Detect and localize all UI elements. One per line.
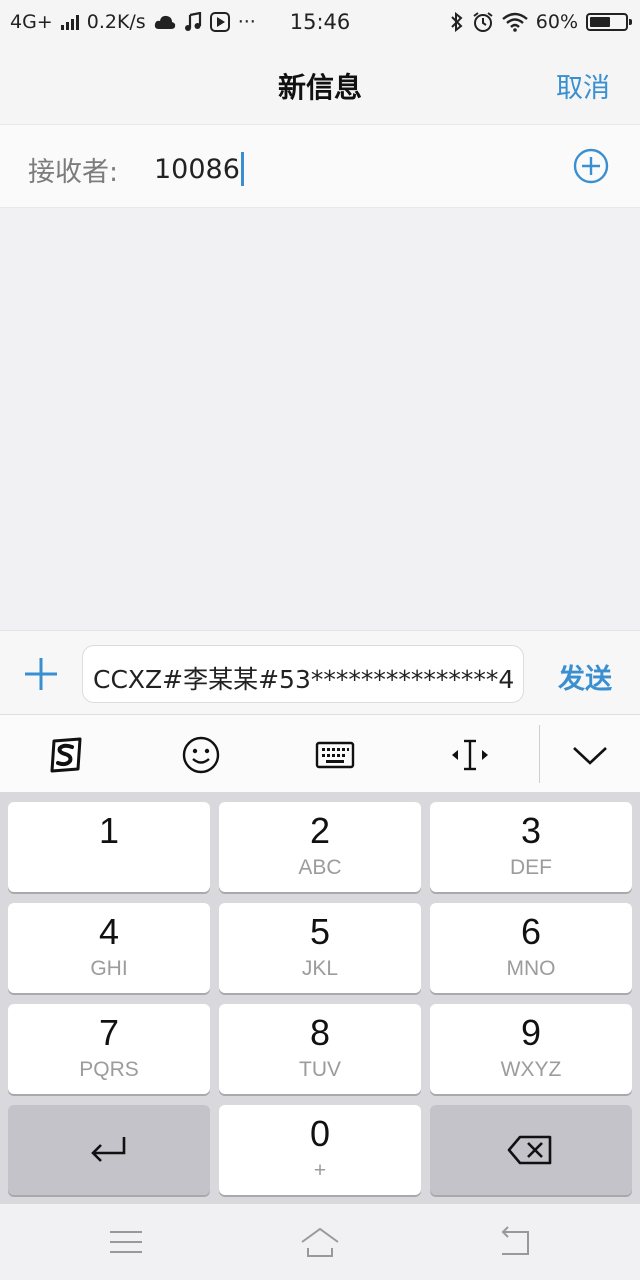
recipient-row[interactable]: 接收者: 10086	[0, 124, 640, 208]
enter-key[interactable]	[8, 1105, 210, 1195]
key-letters: PQRS	[79, 1058, 139, 1081]
recipient-label: 接收者:	[28, 157, 119, 188]
key-8[interactable]: 8 TUV	[219, 1004, 421, 1094]
status-bar: 4G+ 0.2K/s ··· 15:46 60%	[0, 0, 640, 44]
key-letters: JKL	[301, 957, 339, 980]
key-digit: 1	[98, 810, 120, 851]
key-0[interactable]: 0 +	[219, 1105, 421, 1195]
keyboard-icon[interactable]	[315, 735, 355, 775]
toolbar-divider	[539, 725, 540, 783]
key-1[interactable]: 1	[8, 802, 210, 892]
battery-level	[590, 17, 611, 27]
recipient-value: 10086	[154, 153, 240, 185]
key-5[interactable]: 5 JKL	[219, 903, 421, 993]
weather-cloud-icon	[154, 15, 175, 29]
menu-icon[interactable]	[106, 1224, 146, 1260]
battery-icon	[586, 13, 632, 31]
sogou-logo-icon[interactable]	[46, 735, 86, 775]
key-letters: WXYZ	[500, 1058, 562, 1081]
key-4[interactable]: 4 GHI	[8, 903, 210, 993]
key-digit: 6	[520, 911, 542, 952]
status-right: 60%	[450, 11, 632, 33]
bluetooth-icon	[451, 12, 463, 32]
navigation-bar	[0, 1204, 640, 1280]
key-digit: 0	[309, 1113, 331, 1154]
network-type: 4G+	[10, 11, 53, 33]
key-digit: 7	[98, 1012, 120, 1053]
keyboard-toolbar	[0, 714, 640, 792]
title-bar: 新信息 取消	[0, 44, 640, 124]
key-letters: DEF	[510, 856, 552, 879]
key-digit: 2	[309, 810, 331, 851]
text-cursor	[240, 152, 244, 186]
chevron-down-icon[interactable]	[570, 735, 610, 775]
add-contact-icon[interactable]	[573, 148, 609, 184]
key-letters: TUV	[299, 1058, 341, 1081]
backspace-icon	[507, 1135, 552, 1165]
key-9[interactable]: 9 WXYZ	[430, 1004, 632, 1094]
backspace-key[interactable]	[430, 1105, 632, 1195]
home-icon[interactable]	[300, 1224, 340, 1260]
wifi-icon	[501, 12, 528, 32]
key-digit: 9	[520, 1012, 542, 1053]
message-input[interactable]: CCXZ#李某某#53***************4	[82, 645, 524, 703]
key-letters: +	[313, 1159, 327, 1182]
music-icon	[184, 12, 201, 31]
send-button[interactable]: 发送	[558, 657, 612, 696]
key-7[interactable]: 7 PQRS	[8, 1004, 210, 1094]
key-2[interactable]: 2 ABC	[219, 802, 421, 892]
signal-icon	[60, 14, 79, 30]
page-title: 新信息	[277, 71, 362, 104]
compose-bar: CCXZ#李某某#53***************4 发送	[0, 630, 640, 714]
key-digit: 3	[520, 810, 542, 851]
key-letters: MNO	[506, 957, 556, 980]
video-play-icon	[209, 12, 230, 32]
recipient-input[interactable]: 10086	[154, 152, 244, 186]
cancel-button[interactable]: 取消	[556, 66, 610, 105]
enter-icon	[91, 1137, 126, 1162]
more-notifications: ···	[237, 11, 256, 33]
key-6[interactable]: 6 MNO	[430, 903, 632, 993]
key-letters: ABC	[298, 856, 342, 879]
alarm-icon	[473, 12, 493, 32]
back-icon[interactable]	[496, 1224, 536, 1260]
key-3[interactable]: 3 DEF	[430, 802, 632, 892]
key-digit: 8	[309, 1012, 331, 1053]
battery-percent: 60%	[535, 11, 578, 33]
plus-icon[interactable]	[22, 655, 60, 693]
key-digit: 4	[98, 911, 120, 952]
status-left: 4G+ 0.2K/s ···	[10, 11, 256, 33]
cursor-move-icon[interactable]	[450, 735, 490, 775]
numeric-keypad: 1 2 ABC 3 DEF 4 GHI 5 JKL 6 MNO 7 PQRS 8…	[0, 792, 640, 1204]
key-digit: 5	[309, 911, 331, 952]
emoji-icon[interactable]	[181, 735, 221, 775]
key-letters: GHI	[90, 957, 128, 980]
network-speed: 0.2K/s	[86, 11, 146, 33]
